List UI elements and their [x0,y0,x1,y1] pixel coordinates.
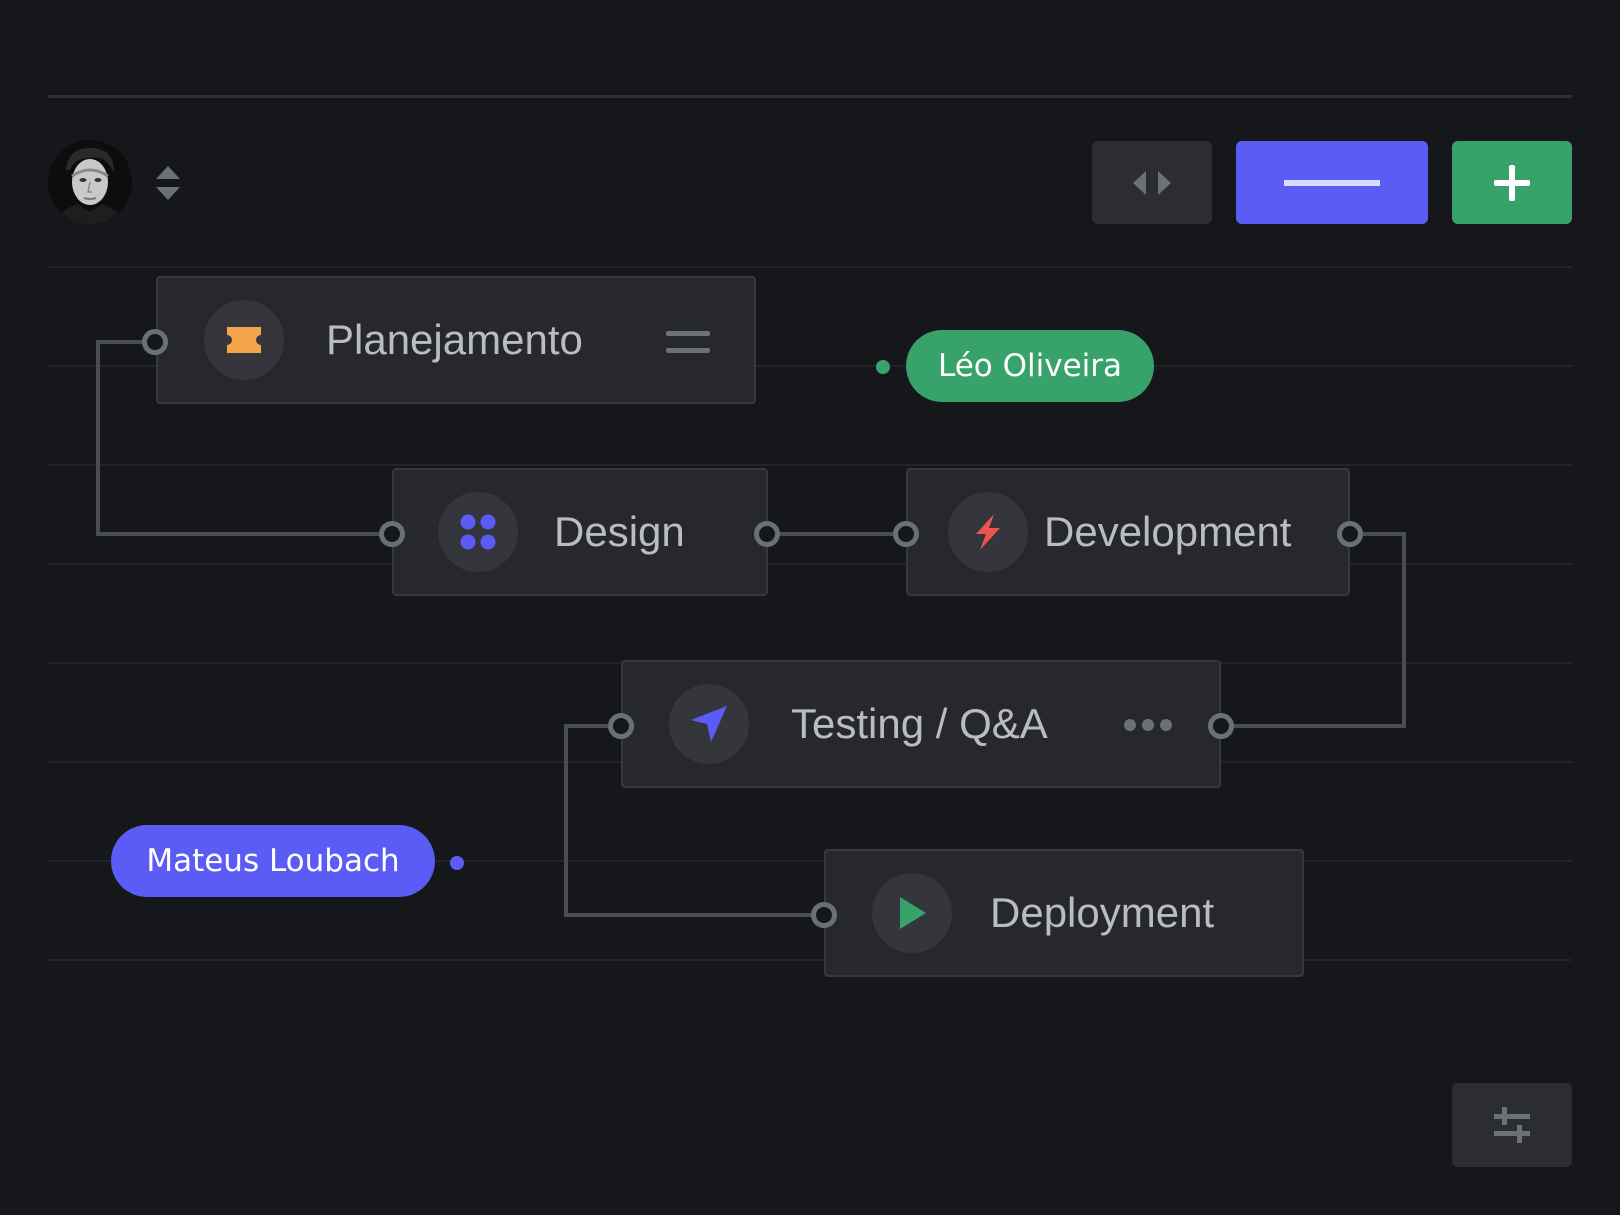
node-icon-badge [872,873,952,953]
deployment-input-port[interactable] [811,902,837,928]
four-dots-icon [460,514,496,550]
development-input-port[interactable] [893,521,919,547]
connector-lines [96,340,1406,917]
collaborator-tag: Mateus Loubach [111,825,435,897]
node-development[interactable]: Development [906,468,1350,596]
node-menu[interactable] [666,330,710,359]
node-icon-badge [948,492,1028,572]
more-horizontal-icon [1124,719,1172,731]
node-icon-badge [669,684,749,764]
planejamento-input-port[interactable] [142,329,168,355]
sliders-icon [1494,1107,1530,1143]
collaborator-tag: Léo Oliveira [906,330,1154,402]
navigation-arrow-icon [691,706,727,742]
node-label: Deployment [990,889,1215,936]
ticket-icon [227,327,261,353]
testing-output-port[interactable] [1208,713,1234,739]
design-output-port[interactable] [754,521,780,547]
development-output-port[interactable] [1337,521,1363,547]
cursor-dot [450,856,464,870]
node-icon-badge [438,492,518,572]
node-testing[interactable]: Testing / Q&A [621,660,1221,788]
drag-handle-icon [666,331,710,353]
node-deployment[interactable]: Deployment [824,849,1304,977]
node-icon-badge [204,300,284,380]
lightning-icon [976,514,1000,550]
node-design[interactable]: Design [392,468,768,596]
play-icon [900,897,926,929]
node-more-menu[interactable] [1123,718,1173,737]
node-planejamento[interactable]: Planejamento [156,276,756,404]
node-label: Development [1044,508,1292,555]
node-label: Planejamento [326,316,583,363]
cursor-dot [876,360,890,374]
node-label: Design [554,508,685,555]
design-input-port[interactable] [379,521,405,547]
settings-button[interactable] [1452,1083,1572,1167]
node-label: Testing / Q&A [791,700,1048,747]
testing-input-port[interactable] [608,713,634,739]
